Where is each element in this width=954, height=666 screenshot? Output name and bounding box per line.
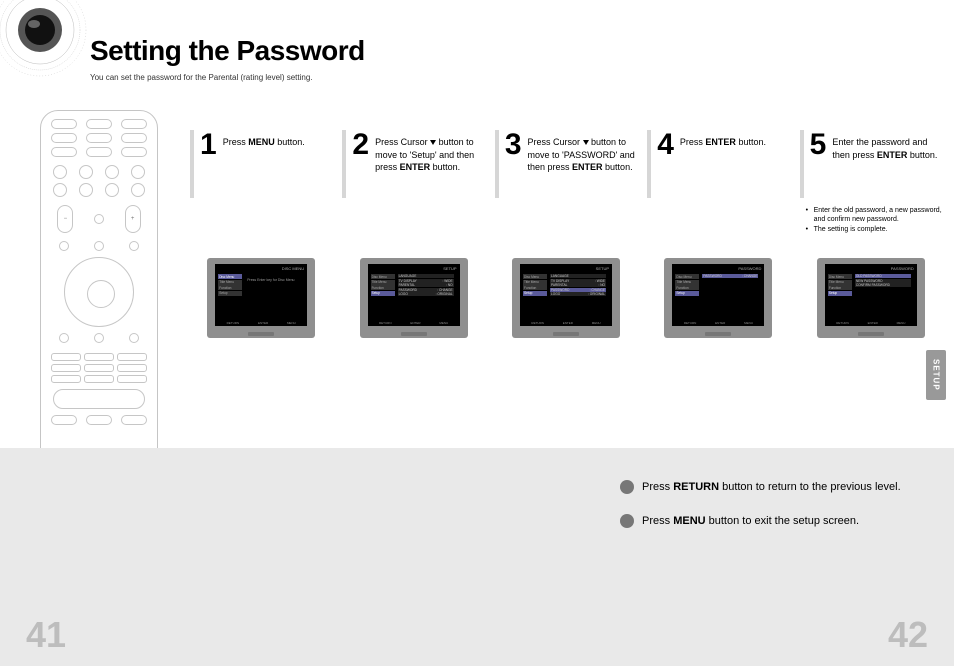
step-text: Press Cursor button to move to 'Setup' a… [375, 130, 485, 174]
steps-row: 1Press MENU button.2Press Cursor button … [190, 130, 942, 234]
step-text: Press Cursor button to move to 'PASSWORD… [528, 130, 638, 174]
step-text: Enter the password and then press ENTER … [832, 130, 942, 161]
step-number: 3 [505, 130, 522, 160]
step-number: 5 [810, 130, 827, 160]
cursor-down-icon [583, 140, 589, 145]
footer-note-row: Press RETURN button to return to the pre… [620, 480, 924, 494]
tv-screen-step1: DISC MENUDisc MenuTitle MenuFunctionSetu… [207, 258, 315, 338]
step-5: 5Enter the password and then press ENTER… [800, 130, 942, 234]
step-number: 1 [200, 130, 217, 160]
tv-screen-step4: PASSWORDDisc MenuTitle MenuFunctionSetup… [664, 258, 772, 338]
step-4: 4 Press ENTER button. [647, 130, 789, 234]
step-text: Press MENU button. [223, 130, 305, 149]
step-number: 4 [657, 130, 674, 160]
step-3: 3Press Cursor button to move to 'PASSWOR… [495, 130, 637, 234]
cursor-down-icon [430, 140, 436, 145]
step-2: 2Press Cursor button to move to 'Setup' … [342, 130, 484, 234]
page-subtitle: You can set the password for the Parenta… [90, 73, 365, 82]
section-tab-setup: SETUP [926, 350, 946, 400]
step-1: 1 Press MENU button. [190, 130, 332, 234]
page-title: Setting the Password [90, 35, 365, 67]
tv-screens-row: DISC MENUDisc MenuTitle MenuFunctionSetu… [190, 258, 942, 338]
footer-note-text: Press MENU button to exit the setup scre… [642, 515, 859, 527]
note-item: Enter the old password, a new password, … [806, 206, 942, 225]
page-number-right: 42 [888, 614, 928, 656]
step-number: 2 [352, 130, 369, 160]
bullet-dot-icon [620, 480, 634, 494]
tv-screen-step3: SETUPDisc MenuTitle MenuFunctionSetupLAN… [512, 258, 620, 338]
footer-note-text: Press RETURN button to return to the pre… [642, 481, 901, 493]
footer-note-row: Press MENU button to exit the setup scre… [620, 514, 924, 528]
decorative-speaker-graphic [0, 0, 90, 80]
step5-notes: Enter the old password, a new password, … [800, 206, 942, 234]
section-tab-label: SETUP [932, 359, 941, 391]
step-text: Press ENTER button. [680, 130, 766, 149]
page-number-left: 41 [26, 614, 66, 656]
bullet-dot-icon [620, 514, 634, 528]
note-item: The setting is complete. [806, 225, 942, 234]
footer-notes: Press RETURN button to return to the pre… [620, 480, 924, 528]
tv-screen-step5: PASSWORDDisc MenuTitle MenuFunctionSetup… [817, 258, 925, 338]
tv-screen-step2: SETUPDisc MenuTitle MenuFunctionSetupLAN… [360, 258, 468, 338]
